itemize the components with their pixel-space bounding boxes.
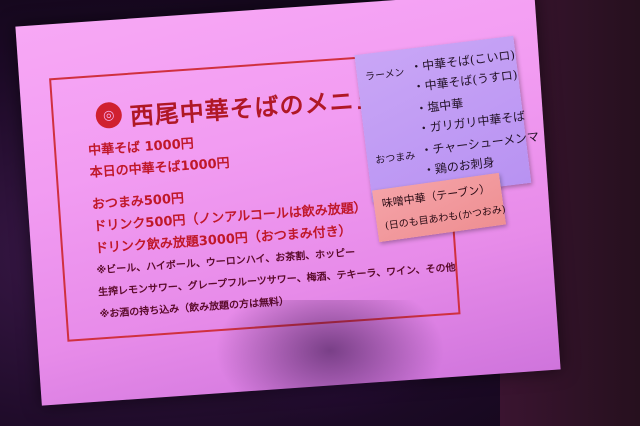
hand-shadow [215,300,445,426]
sticky-category-snacks: おつまみ [374,150,416,167]
sticky-note-blue: ラーメン ・中華そば(こいロ) ・中華そば(うすロ) ・塩中華 ・ガリガリ中華そ… [354,35,540,203]
sticky-item: ・塩中華 [414,96,464,117]
sticky-category-ramen: ラーメン [364,67,406,84]
